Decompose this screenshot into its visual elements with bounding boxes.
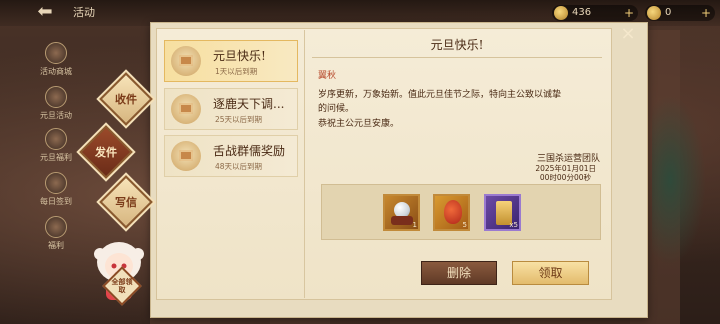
right-decoration: [652, 80, 712, 280]
mail-item-expire: 48天以后到期: [215, 162, 263, 171]
title-divider: [312, 57, 602, 58]
coin-icon: [554, 6, 568, 20]
shop-icon: [45, 42, 67, 64]
close-icon[interactable]: ×: [617, 24, 639, 46]
mail-item-expire: 25天以后到期: [215, 115, 263, 124]
sidebar-item-label: 福利: [48, 241, 64, 250]
scroll-icon: [171, 141, 201, 171]
mail-title: 元旦快乐!: [430, 38, 484, 52]
egg-icon: [444, 200, 462, 224]
mail-list-item[interactable]: 舌战群儒奖励 48天以后到期: [164, 135, 298, 177]
mail-body-line: 岁序更新，万象始新。值此元旦佳节之际，特向主公致以诚挚: [318, 90, 562, 100]
sidebar-item-label: 元旦活动: [40, 111, 72, 120]
mail-body-line: 恭祝主公元旦安康。: [318, 119, 400, 129]
attachment-qty: x5: [509, 221, 518, 229]
attachment-pearl[interactable]: 1: [383, 194, 420, 231]
attachment-egg[interactable]: 5: [433, 194, 470, 231]
mail-item-expire: 1天以后到期: [215, 67, 258, 76]
attachment-qty: 5: [462, 221, 467, 229]
panel-divider: [304, 30, 305, 298]
currency-value-2: 0: [665, 7, 672, 18]
mail-item-title: 逐鹿天下调...: [213, 97, 285, 111]
mail-body-line: 的问候。: [318, 104, 355, 114]
tab-label: 收件: [115, 93, 137, 106]
tab-label: 发件: [95, 146, 117, 159]
tab-label: 写信: [115, 196, 137, 209]
mail-item-title: 舌战群儒奖励: [213, 144, 286, 158]
back-arrow-icon[interactable]: ⬅: [32, 1, 58, 23]
gem-icon: [647, 6, 661, 20]
gift-icon: [45, 128, 67, 150]
delete-button[interactable]: 删除: [421, 261, 497, 285]
mail-list-item[interactable]: 元旦快乐! 1天以后到期: [164, 40, 298, 82]
sidebar-item-daily-checkin[interactable]: 每日签到: [36, 172, 76, 207]
lantern-icon: [45, 86, 67, 108]
sidebar-item-activity-shop[interactable]: 活动商城: [36, 42, 76, 77]
pearl-stand-icon: [391, 216, 413, 225]
page-title: 活动: [73, 6, 95, 19]
sidebar-item-label: 活动商城: [40, 67, 72, 76]
scroll-icon: [171, 46, 201, 76]
mail-item-title: 元旦快乐!: [213, 49, 266, 63]
attachment-qty: 1: [412, 221, 417, 229]
collect-all-label: 全部领取: [111, 278, 133, 294]
claim-button[interactable]: 领取: [512, 261, 589, 285]
sidebar-item-newyear-welfare[interactable]: 元旦福利: [36, 128, 76, 163]
sidebar-item-welfare[interactable]: 福利: [36, 216, 76, 251]
bonus-icon: [45, 216, 67, 238]
add-currency-icon[interactable]: +: [624, 5, 634, 21]
mail-list-item[interactable]: 逐鹿天下调... 25天以后到期: [164, 88, 298, 130]
sidebar-item-newyear-event[interactable]: 元旦活动: [36, 86, 76, 121]
add-gem-icon[interactable]: +: [701, 5, 711, 21]
attachment-token[interactable]: x5: [484, 194, 521, 231]
currency-value-1: 436: [572, 7, 592, 18]
mail-greeting: 翼秋: [318, 71, 337, 81]
currency-box-2[interactable]: 0 +: [645, 5, 715, 21]
sidebar-item-label: 每日签到: [40, 197, 72, 206]
calendar-icon: [45, 172, 67, 194]
sidebar-item-label: 元旦福利: [40, 153, 72, 162]
scroll-icon: [171, 94, 201, 124]
mail-time: 00时00分00秒: [539, 173, 591, 182]
currency-box-1[interactable]: 436 +: [552, 5, 638, 21]
